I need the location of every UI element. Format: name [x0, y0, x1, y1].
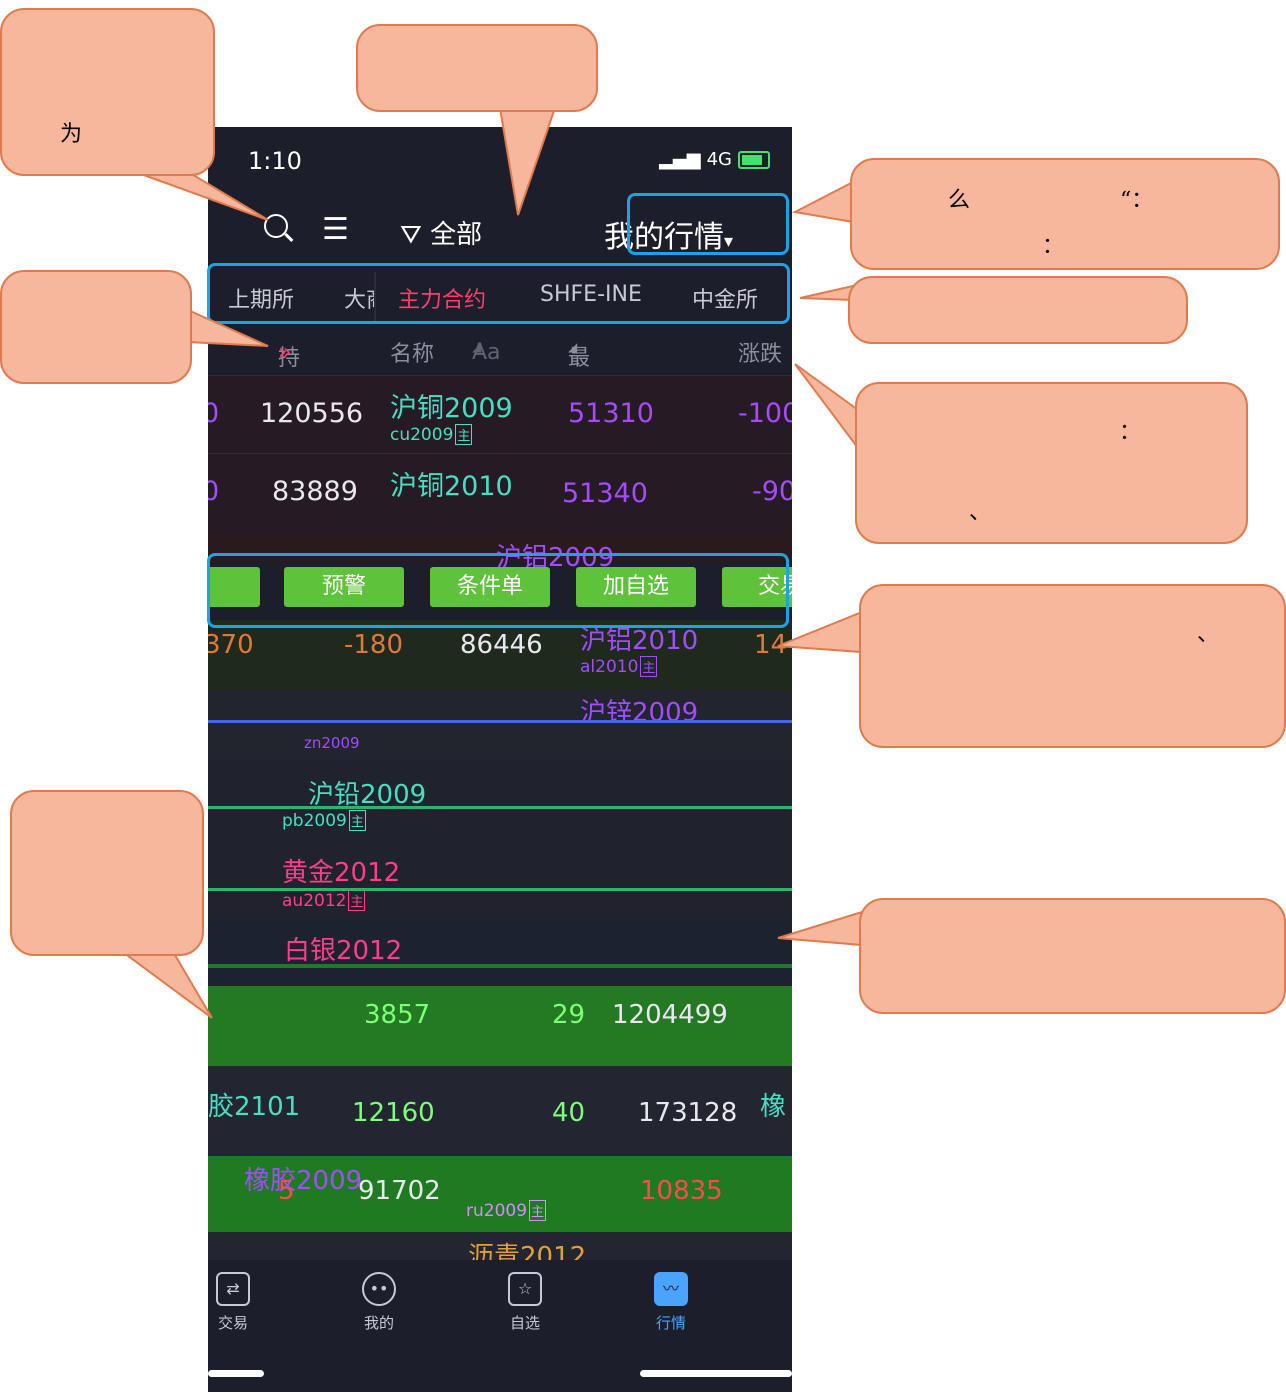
callout-top-center: [356, 24, 598, 112]
callout-right-top: 么 “： ：: [850, 158, 1280, 270]
callout-text: ：: [1042, 234, 1065, 259]
callout-text: 么: [948, 188, 971, 213]
callout-text: “：: [1120, 188, 1154, 213]
callout-left-bottom: [10, 790, 204, 956]
callout-right-mid: ： 、: [855, 382, 1248, 544]
callout-top-left: 为: [0, 8, 215, 176]
callout-text: 、: [969, 500, 992, 525]
callout-right-tabs: [848, 276, 1188, 344]
callout-text: ：: [1119, 420, 1142, 445]
callout-left-columns: [0, 270, 192, 384]
callout-text: 、: [1197, 622, 1220, 647]
callout-right-bottom: [859, 898, 1286, 1014]
callout-right-actions: 、: [859, 584, 1286, 748]
callout-text: 为: [60, 122, 83, 147]
